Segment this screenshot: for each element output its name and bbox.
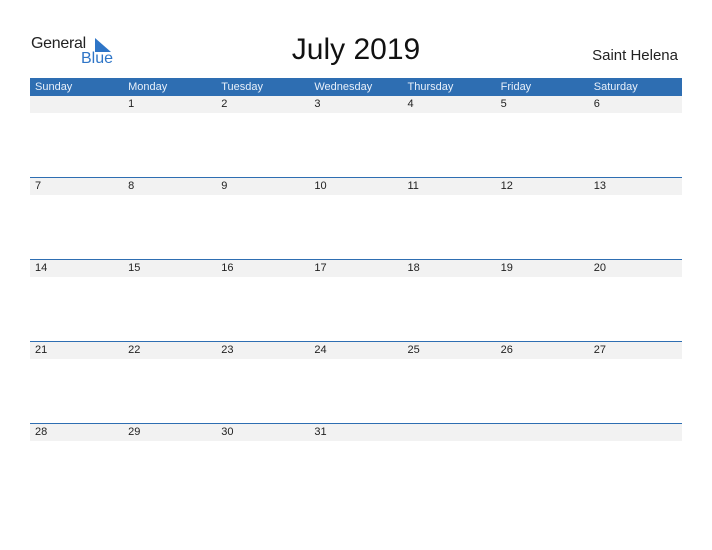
week-row: 1 2 3 4 5 6: [30, 96, 682, 177]
week-row: 28 29 30 31: [30, 423, 682, 505]
weeks-container: 1 2 3 4 5 6 7 8 9 10 11 12 13 14 15 16 17 18 19 20 21 22 23 24 2…: [30, 96, 682, 505]
week-row: 21 22 23 24 25 26 27: [30, 341, 682, 423]
day-cell: 2: [221, 98, 228, 110]
day-cell: 4: [407, 98, 414, 110]
date-band: 14 15 16 17 18 19 20: [30, 260, 682, 277]
day-cell: [30, 96, 123, 113]
day-cell: 18: [407, 262, 420, 274]
day-cell: 7: [35, 180, 42, 192]
day-cell: 21: [35, 344, 48, 356]
day-cell: 20: [593, 262, 606, 274]
day-cell: 19: [500, 262, 513, 274]
day-cell: 30: [221, 426, 234, 438]
day-cell: 22: [128, 344, 141, 356]
day-cell: [496, 424, 589, 441]
day-cell: 14: [35, 262, 48, 274]
day-cell: 1: [128, 98, 135, 110]
day-cell: [589, 424, 682, 441]
day-cell: 8: [128, 180, 135, 192]
weekday-friday: Friday: [500, 81, 532, 93]
weekday-wednesday: Wednesday: [314, 81, 373, 93]
week-row: 14 15 16 17 18 19 20: [30, 259, 682, 341]
day-cell: 13: [593, 180, 606, 192]
day-cell: 17: [314, 262, 327, 274]
day-cell: 23: [221, 344, 234, 356]
day-cell: 10: [314, 180, 327, 192]
day-cell: 9: [221, 180, 228, 192]
day-cell: [403, 424, 496, 441]
weekday-saturday: Saturday: [593, 81, 638, 93]
week-row: 7 8 9 10 11 12 13: [30, 177, 682, 259]
day-cell: 28: [35, 426, 48, 438]
day-cell: 16: [221, 262, 234, 274]
day-cell: 31: [314, 426, 327, 438]
weekday-tuesday: Tuesday: [221, 81, 264, 93]
date-band: 21 22 23 24 25 26 27: [30, 342, 682, 359]
country-label: Saint Helena: [592, 47, 678, 64]
day-cell: 3: [314, 98, 321, 110]
weekday-monday: Monday: [128, 81, 168, 93]
day-cell: 15: [128, 262, 141, 274]
day-cell: 11: [407, 180, 419, 192]
day-cell: 25: [407, 344, 420, 356]
day-cell: 27: [593, 344, 606, 356]
day-cell: 29: [128, 426, 141, 438]
date-band: 28 29 30 31: [30, 424, 682, 441]
day-cell: 5: [500, 98, 507, 110]
day-cell: 26: [500, 344, 513, 356]
day-cell: 24: [314, 344, 327, 356]
weekday-header: Sunday Monday Tuesday Wednesday Thursday…: [30, 78, 682, 96]
date-band: 1 2 3 4 5 6: [30, 96, 682, 113]
weekday-thursday: Thursday: [407, 81, 454, 93]
day-cell: 12: [500, 180, 513, 192]
date-band: 7 8 9 10 11 12 13: [30, 178, 682, 195]
weekday-sunday: Sunday: [35, 81, 73, 93]
calendar-grid: Sunday Monday Tuesday Wednesday Thursday…: [30, 78, 682, 505]
day-cell: 6: [593, 98, 600, 110]
